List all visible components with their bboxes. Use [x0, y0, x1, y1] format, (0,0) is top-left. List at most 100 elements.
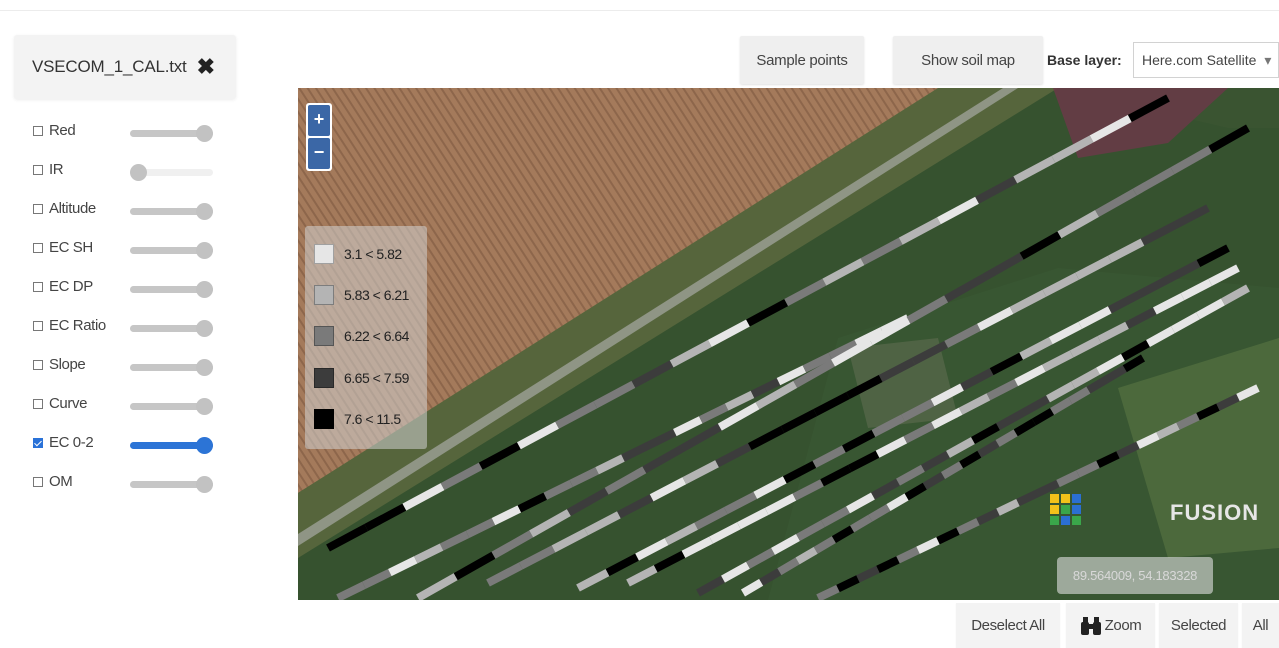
transect-segment — [681, 536, 714, 558]
layer-checkbox[interactable] — [33, 126, 43, 136]
slider-thumb[interactable] — [196, 476, 213, 493]
transect-segment — [996, 409, 1025, 431]
transect-segment — [682, 460, 719, 485]
transect-segment — [860, 237, 903, 266]
transect-segment — [856, 565, 880, 583]
slider-thumb[interactable] — [196, 320, 213, 337]
layer-label: EC SH — [49, 239, 93, 256]
transect-segment — [921, 450, 950, 472]
opacity-slider[interactable] — [130, 437, 213, 454]
slider-thumb[interactable] — [196, 125, 213, 142]
zoom-button[interactable]: Zoom — [1066, 603, 1155, 648]
transect-segment — [698, 403, 729, 424]
transect-segment — [635, 538, 669, 561]
close-icon[interactable]: ✖ — [197, 56, 215, 78]
slider-thumb[interactable] — [196, 359, 213, 376]
slider-thumb[interactable] — [130, 164, 147, 181]
transect-segment — [723, 491, 758, 515]
transect-segment — [336, 581, 366, 600]
layer-checkbox[interactable] — [33, 282, 43, 292]
slider-thumb[interactable] — [196, 242, 213, 259]
transect-segment — [1009, 289, 1047, 314]
zoom-control: + − — [306, 103, 332, 171]
all-button[interactable]: All — [1242, 603, 1279, 648]
sample-points-button[interactable]: Sample points — [740, 36, 864, 84]
transect-segment — [715, 443, 752, 468]
file-tab[interactable]: VSECOM_1_CAL.txt ✖ — [14, 35, 236, 99]
transect-segment — [1156, 422, 1180, 440]
slider-thumb[interactable] — [196, 203, 213, 220]
transect-segment — [931, 407, 963, 430]
layer-checkbox[interactable] — [33, 243, 43, 253]
opacity-slider[interactable] — [130, 320, 213, 337]
legend-label: 6.65 < 7.59 — [344, 370, 409, 386]
legend-swatch — [314, 368, 334, 388]
slider-thumb[interactable] — [196, 437, 213, 454]
satellite-map[interactable]: + − 3.1 < 5.82 5.83 < 6.21 6.22 < 6.64 6… — [298, 88, 1279, 600]
opacity-slider[interactable] — [130, 203, 213, 220]
transect-segment — [930, 383, 964, 407]
transect-segment — [780, 408, 818, 434]
legend-item: 6.22 < 6.64 — [314, 325, 409, 347]
transect-segment — [647, 428, 677, 449]
chevron-down-icon: ▾ — [1264, 51, 1272, 68]
zoom-in-button[interactable]: + — [308, 105, 330, 136]
layer-row: Curve — [33, 391, 223, 430]
transect-segment — [989, 352, 1024, 376]
layer-label: OM — [49, 473, 73, 490]
layer-checkbox[interactable] — [33, 321, 43, 331]
legend-label: 5.83 < 6.21 — [344, 287, 409, 303]
opacity-slider[interactable] — [130, 476, 213, 493]
transect-segment — [878, 357, 916, 383]
transect-segment — [1021, 395, 1050, 417]
legend-item: 3.1 < 5.82 — [314, 243, 402, 265]
layer-checkbox[interactable] — [33, 477, 43, 487]
layer-checkbox[interactable] — [33, 360, 43, 370]
transect-segment — [904, 482, 927, 501]
transect-segment — [822, 258, 865, 286]
legend-item: 5.83 < 6.21 — [314, 284, 409, 306]
show-soil-map-button[interactable]: Show soil map — [893, 36, 1043, 84]
opacity-slider[interactable] — [130, 359, 213, 376]
transect-segment — [517, 421, 559, 450]
layer-checkbox[interactable] — [33, 399, 43, 409]
transect-segment — [816, 584, 840, 600]
layer-checkbox[interactable] — [33, 165, 43, 175]
base-layer-select[interactable]: Here.com Satellite ▾ — [1133, 42, 1279, 78]
layer-label: Curve — [49, 395, 88, 412]
transect-segment — [753, 476, 787, 499]
opacity-slider[interactable] — [130, 125, 213, 142]
legend-item: 7.6 < 11.5 — [314, 408, 401, 430]
transect-segment — [1050, 397, 1073, 415]
transect-segment — [465, 518, 496, 538]
transect-segment — [1096, 451, 1120, 468]
legend-swatch — [314, 285, 334, 305]
transect-segment — [724, 390, 755, 411]
layer-list: Red IR Altitude EC SH EC DP EC Ratio Slope Curv… — [33, 118, 223, 508]
zoom-out-button[interactable]: − — [308, 138, 330, 169]
transect-segment — [847, 450, 880, 473]
transect-segment — [1196, 244, 1230, 267]
opacity-slider[interactable] — [130, 242, 213, 259]
transect-segment — [664, 522, 699, 546]
transect-segment — [1132, 167, 1175, 196]
transect-segment — [1069, 336, 1102, 358]
deselect-all-button[interactable]: Deselect All — [956, 603, 1060, 648]
slider-thumb[interactable] — [196, 281, 213, 298]
layer-row: Altitude — [33, 196, 223, 235]
layer-checkbox[interactable] — [33, 438, 43, 448]
transect-segment — [1057, 209, 1100, 239]
opacity-slider[interactable] — [130, 398, 213, 415]
layer-checkbox[interactable] — [33, 204, 43, 214]
transect-segment — [593, 380, 636, 409]
opacity-slider[interactable] — [130, 281, 213, 298]
transect-segment — [1216, 393, 1240, 411]
transect-segment — [777, 557, 800, 576]
selected-button[interactable]: Selected — [1159, 603, 1238, 648]
slider-thumb[interactable] — [196, 398, 213, 415]
transect-segment — [975, 176, 1018, 204]
transect-segment — [413, 543, 444, 564]
opacity-slider[interactable] — [130, 164, 213, 181]
transect-segment — [595, 454, 625, 475]
transect-segment — [566, 487, 609, 517]
